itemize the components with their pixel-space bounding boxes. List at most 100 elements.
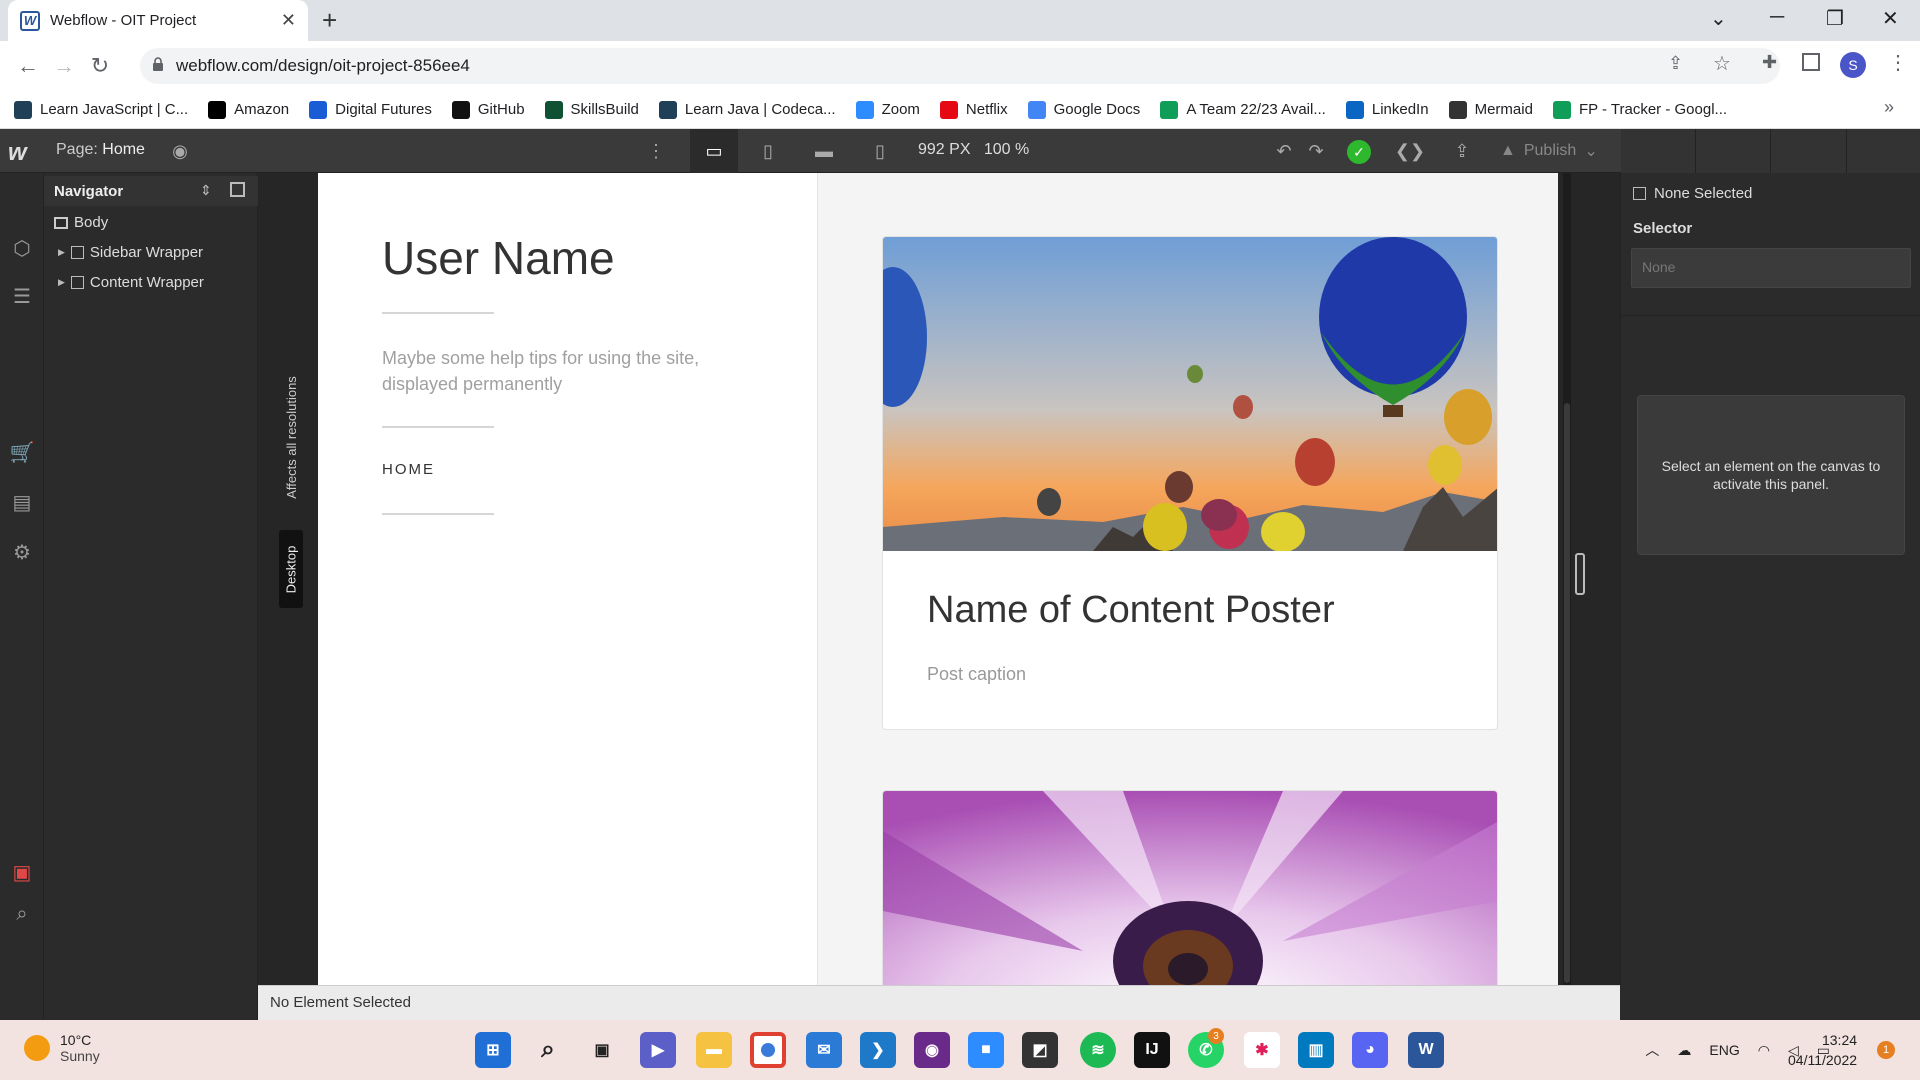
chrome-menu-icon[interactable]: ⋮: [1888, 50, 1908, 75]
teams-chat-icon[interactable]: ▶: [640, 1032, 676, 1068]
onedrive-icon[interactable]: ☁: [1677, 1042, 1691, 1059]
extensions-icon[interactable]: ✚: [1762, 52, 1777, 73]
pin-panel-icon[interactable]: [230, 182, 245, 197]
profile-avatar[interactable]: S: [1840, 52, 1866, 78]
browser-tab[interactable]: W Webflow - OIT Project ✕: [8, 0, 308, 41]
restore-button[interactable]: ❐: [1826, 6, 1844, 31]
code-export-icon[interactable]: ❮❯: [1390, 135, 1430, 167]
discord-icon[interactable]: ◕: [1352, 1032, 1388, 1068]
desktop-breakpoint-icon[interactable]: ▭: [690, 129, 738, 173]
search-icon[interactable]: ⌕: [8, 900, 36, 928]
settings-gear-icon[interactable]: ⚙: [8, 538, 36, 566]
vscode-icon[interactable]: ❯: [860, 1032, 896, 1068]
redo-icon[interactable]: ↷: [1296, 135, 1336, 167]
github-desktop-icon[interactable]: ◉: [914, 1032, 950, 1068]
user-name-heading[interactable]: User Name: [382, 231, 615, 285]
zoom-app-icon[interactable]: ■: [968, 1032, 1004, 1068]
language-indicator[interactable]: ENG: [1709, 1042, 1739, 1058]
add-elements-icon[interactable]: ⬡: [8, 234, 36, 262]
bookmark-item[interactable]: Learn Java | Codeca...: [658, 100, 836, 119]
bookmark-item[interactable]: Mermaid: [1448, 100, 1533, 119]
selector-input[interactable]: None: [1631, 248, 1911, 288]
slack-icon[interactable]: ✱: [1244, 1032, 1280, 1068]
bookmark-item[interactable]: Learn JavaScript | C...: [14, 100, 188, 119]
weather-widget[interactable]: 10°C Sunny: [24, 1032, 100, 1064]
nav-item-body[interactable]: Body: [54, 214, 108, 231]
tab-search-icon[interactable]: ⌄: [1710, 6, 1727, 31]
clock[interactable]: 13:24 04/11/2022: [1788, 1030, 1857, 1070]
google-docs-icon: [1027, 100, 1046, 119]
webflow-logo-icon[interactable]: w: [8, 139, 27, 167]
bookmark-item[interactable]: Google Docs: [1027, 100, 1140, 119]
scrollbar-thumb[interactable]: [1564, 403, 1570, 983]
mobile-portrait-icon[interactable]: ▯: [860, 135, 900, 167]
help-tips-text[interactable]: Maybe some help tips for using the site,…: [382, 345, 702, 397]
bookmarks-overflow-button[interactable]: »: [1884, 97, 1894, 118]
page-selector[interactable]: Page: Home: [56, 141, 145, 159]
back-arrow-icon[interactable]: ←: [10, 53, 46, 79]
bookmark-item[interactable]: FP - Tracker - Googl...: [1552, 100, 1727, 119]
caret-right-icon[interactable]: ▶: [58, 277, 65, 288]
share-icon[interactable]: ⇪: [1668, 53, 1683, 74]
close-window-button[interactable]: ✕: [1882, 6, 1899, 31]
bookmark-star-icon[interactable]: ☆: [1713, 51, 1731, 76]
ecommerce-cart-icon[interactable]: 🛒: [8, 438, 36, 466]
body-box-icon: [54, 216, 68, 229]
site-preview[interactable]: User Name Maybe some help tips for using…: [318, 173, 1558, 985]
forward-arrow-icon[interactable]: →: [46, 53, 82, 79]
reload-icon[interactable]: ↻: [82, 53, 118, 79]
more-options-icon[interactable]: ⋮: [636, 135, 676, 167]
sticky-notes-icon[interactable]: ◩: [1022, 1032, 1058, 1068]
bookmark-item[interactable]: Netflix: [939, 100, 1008, 119]
nav-link-home[interactable]: HOME: [382, 461, 435, 478]
bookmark-item[interactable]: Zoom: [855, 100, 920, 119]
mobile-landscape-icon[interactable]: ▬: [804, 135, 844, 167]
caret-right-icon[interactable]: ▶: [58, 247, 65, 258]
task-view-icon[interactable]: ▣: [584, 1032, 620, 1068]
trello-icon[interactable]: ▥: [1298, 1032, 1334, 1068]
post-card[interactable]: [882, 790, 1498, 985]
audit-icon[interactable]: ▣: [8, 858, 36, 886]
new-tab-button[interactable]: +: [322, 5, 337, 36]
url-field[interactable]: webflow.com/design/oit-project-856ee4: [140, 48, 1780, 84]
post-caption[interactable]: Post caption: [927, 664, 1026, 685]
mail-icon[interactable]: ✉: [806, 1032, 842, 1068]
selection-status: None Selected: [1633, 185, 1752, 202]
bookmark-item[interactable]: Digital Futures: [309, 100, 432, 119]
intellij-icon[interactable]: IJ: [1134, 1032, 1170, 1068]
bookmark-item[interactable]: GitHub: [451, 100, 525, 119]
skillsbuild-icon: [544, 100, 563, 119]
content-poster-title[interactable]: Name of Content Poster: [927, 589, 1335, 632]
notification-badge[interactable]: 1: [1877, 1041, 1895, 1059]
sidebar-wrapper[interactable]: User Name Maybe some help tips for using…: [318, 173, 818, 985]
chrome-icon[interactable]: [750, 1032, 786, 1068]
show-hidden-icons-icon[interactable]: ︿: [1645, 1040, 1659, 1060]
preview-eye-icon[interactable]: ◉: [160, 135, 200, 167]
bookmark-item[interactable]: SkillsBuild: [544, 100, 639, 119]
bookmark-item[interactable]: A Team 22/23 Avail...: [1160, 100, 1326, 119]
spotify-icon[interactable]: ≋: [1080, 1032, 1116, 1068]
bookmark-item[interactable]: Amazon: [208, 100, 289, 119]
publish-button[interactable]: ▲ Publish ⌄: [1500, 141, 1598, 161]
canvas-resize-handle[interactable]: [1575, 553, 1585, 595]
style-tab[interactable]: [1695, 129, 1771, 173]
wifi-icon[interactable]: ◠: [1758, 1042, 1770, 1059]
navigator-icon[interactable]: ☰: [8, 282, 36, 310]
settings-tab[interactable]: [1771, 129, 1847, 173]
tablet-breakpoint-icon[interactable]: ▯: [748, 135, 788, 167]
nav-item-sidebar-wrapper[interactable]: ▶ Sidebar Wrapper: [58, 244, 203, 261]
search-icon[interactable]: ⌕: [530, 1032, 566, 1068]
side-panel-icon[interactable]: [1802, 53, 1820, 71]
start-menu-icon[interactable]: ⊞: [475, 1032, 511, 1068]
canvas-scrollbar[interactable]: [1563, 173, 1571, 985]
word-icon[interactable]: W: [1408, 1032, 1444, 1068]
bookmark-item[interactable]: LinkedIn: [1345, 100, 1429, 119]
share-project-icon[interactable]: ⇪: [1442, 135, 1482, 167]
post-card[interactable]: Name of Content Poster Post caption: [882, 236, 1498, 730]
file-explorer-icon[interactable]: ▬: [696, 1032, 732, 1068]
close-tab-icon[interactable]: ✕: [281, 10, 296, 31]
nav-item-content-wrapper[interactable]: ▶ Content Wrapper: [58, 274, 204, 291]
minimize-button[interactable]: ─: [1770, 6, 1784, 29]
expand-collapse-icon[interactable]: ⇕: [200, 182, 212, 199]
assets-icon[interactable]: ▤: [8, 488, 36, 516]
